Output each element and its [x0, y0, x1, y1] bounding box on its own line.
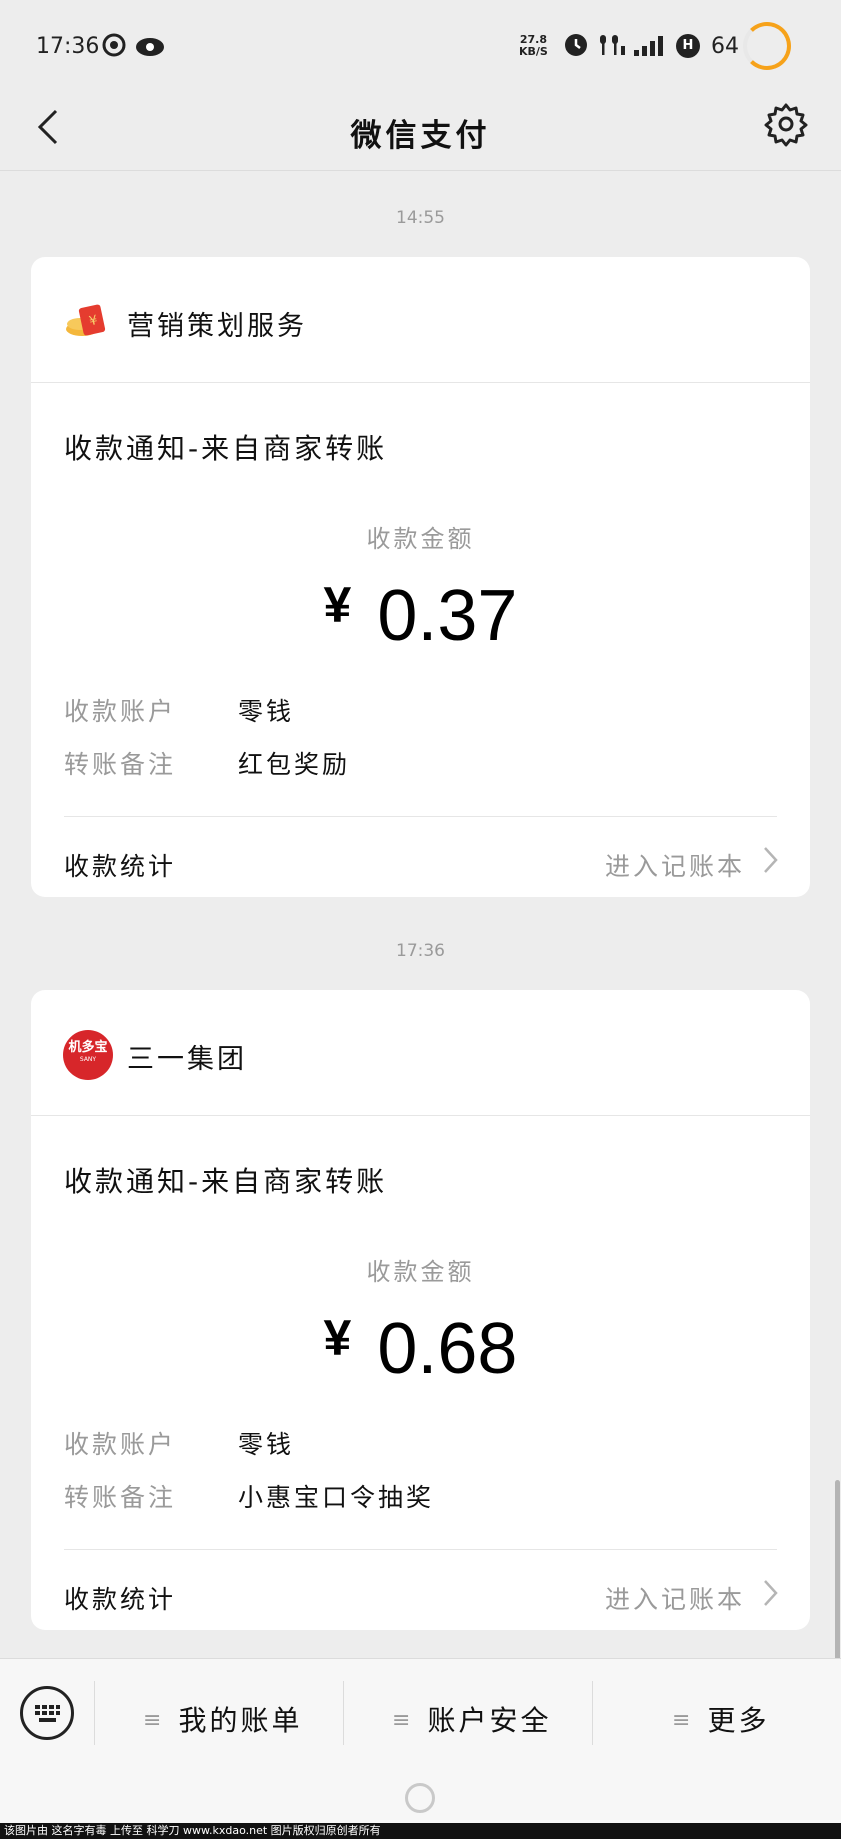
notification-title: 收款通知-来自商家转账 — [64, 1165, 388, 1198]
battery-ring-icon — [743, 22, 791, 70]
amount-label: 收款金额 — [366, 525, 475, 553]
nav-divider — [0, 170, 841, 171]
signal-icon — [634, 36, 663, 56]
transfer-note-value: 红包奖励 — [238, 750, 351, 779]
source-name: 三一集团 — [127, 1044, 247, 1075]
network-speed: 27.8 KB/S — [519, 33, 548, 58]
app-notification-icon — [136, 38, 164, 56]
nav-bar: 微信支付 — [0, 90, 841, 171]
network-type-badge: H — [676, 34, 700, 58]
scrollbar[interactable] — [835, 1480, 840, 1660]
menu-icon: ≡ — [143, 1708, 165, 1733]
footer-watermark: 该图片由 这名字有毒 上传至 科学刀 www.kxdao.net 图片版权归原创… — [0, 1823, 841, 1839]
alarm-icon — [565, 34, 587, 56]
open-ledger-link[interactable]: 进入记账本 — [605, 847, 745, 883]
message-timestamp: 17:36 — [396, 941, 445, 961]
bottom-menu-bar: ≡ 我的账单 ≡ 账户安全 ≡ 更多 — [0, 1658, 841, 1823]
menu-separator — [94, 1681, 95, 1745]
card-divider — [64, 1549, 777, 1550]
menu-more[interactable]: ≡ 更多 — [672, 1699, 769, 1739]
card-header[interactable]: 机多宝 SANY 三一集团 — [31, 990, 810, 1116]
chevron-right-icon[interactable] — [760, 1576, 782, 1610]
notification-title: 收款通知-来自商家转账 — [64, 432, 388, 465]
menu-icon: ≡ — [672, 1708, 694, 1733]
menu-my-bills[interactable]: ≡ 我的账单 — [143, 1699, 302, 1739]
menu-account-security[interactable]: ≡ 账户安全 — [392, 1699, 551, 1739]
receive-account-label: 收款账户 — [64, 697, 177, 726]
company-logo-icon: 机多宝 SANY — [63, 1030, 113, 1080]
weibo-notification-icon — [102, 33, 126, 57]
keyboard-toggle-button[interactable] — [20, 1686, 74, 1740]
page-title: 微信支付 — [350, 118, 491, 154]
message-timestamp: 14:55 — [396, 208, 445, 228]
status-time: 17:36 — [36, 34, 100, 59]
transfer-note-value: 小惠宝口令抽奖 — [238, 1483, 435, 1512]
battery-level: 64 — [711, 34, 739, 59]
payment-notification-card[interactable]: ¥ 营销策划服务 收款通知-来自商家转账 收款金额 ¥0.37 收款账户 零钱 … — [31, 257, 810, 897]
amount-value: 0.37 — [377, 576, 518, 656]
red-packet-icon: ¥ — [66, 304, 106, 336]
currency-symbol: ¥ — [323, 577, 352, 633]
status-bar: 17:36 27.8 KB/S H 64 — [0, 0, 841, 90]
menu-icon: ≡ — [392, 1708, 414, 1733]
home-indicator-icon[interactable] — [405, 1783, 435, 1813]
card-header[interactable]: ¥ 营销策划服务 — [31, 257, 810, 383]
payment-notification-card[interactable]: 机多宝 SANY 三一集团 收款通知-来自商家转账 收款金额 ¥0.68 收款账… — [31, 990, 810, 1630]
receive-stats-label[interactable]: 收款统计 — [64, 847, 176, 883]
transfer-note-label: 转账备注 — [64, 1483, 177, 1512]
source-name: 营销策划服务 — [127, 311, 307, 342]
amount-label: 收款金额 — [366, 1258, 475, 1286]
open-ledger-link[interactable]: 进入记账本 — [605, 1580, 745, 1616]
amount: ¥0.68 — [31, 1308, 810, 1390]
receive-account-label: 收款账户 — [64, 1430, 177, 1459]
keyboard-icon — [35, 1705, 60, 1722]
chevron-right-icon[interactable] — [760, 843, 782, 877]
menu-separator — [343, 1681, 344, 1745]
earbuds-icon — [600, 35, 625, 55]
card-divider — [64, 816, 777, 817]
amount-value: 0.68 — [377, 1309, 518, 1389]
gear-icon[interactable] — [762, 100, 810, 148]
menu-separator — [592, 1681, 593, 1745]
receive-account-value: 零钱 — [238, 697, 295, 726]
transfer-note-label: 转账备注 — [64, 750, 177, 779]
receive-stats-label[interactable]: 收款统计 — [64, 1580, 176, 1616]
receive-account-value: 零钱 — [238, 1430, 295, 1459]
currency-symbol: ¥ — [323, 1310, 352, 1366]
amount: ¥0.37 — [31, 575, 810, 657]
